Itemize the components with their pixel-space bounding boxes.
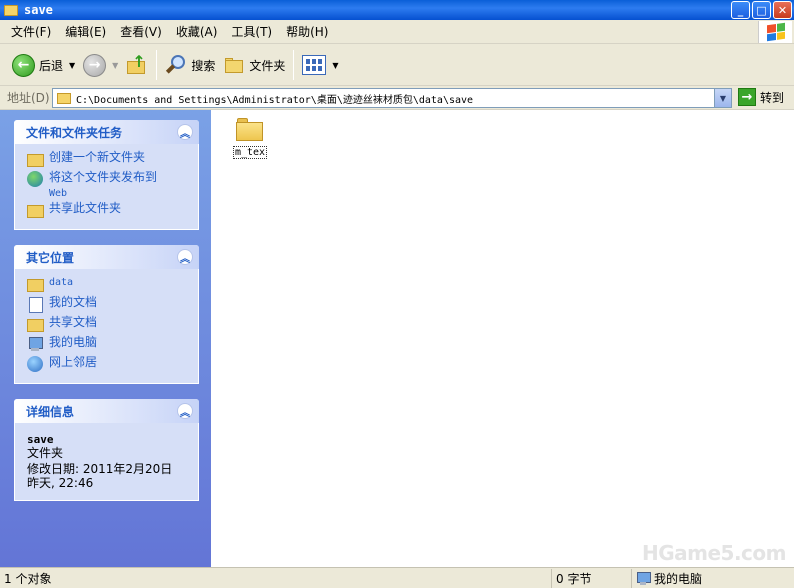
search-button[interactable]: 搜索 (161, 49, 219, 81)
details-panel: 详细信息 ︽ save 文件夹 修改日期: 2011年2月20日 昨天, 22:… (14, 399, 199, 501)
menu-bar: 文件(F) 编辑(E) 查看(V) 收藏(A) 工具(T) 帮助(H) (0, 20, 794, 44)
menu-favorites[interactable]: 收藏(A) (169, 23, 225, 40)
status-objects: 1 个对象 (0, 568, 552, 588)
minimize-button[interactable]: _ (731, 1, 750, 19)
link-label: 我的电脑 (49, 335, 98, 349)
details-panel-header[interactable]: 详细信息 ︽ (14, 399, 199, 423)
views-icon (302, 55, 327, 75)
place-shared-documents-link[interactable]: 共享文档 (27, 315, 190, 335)
windows-logo-icon (758, 21, 792, 43)
share-folder-link[interactable]: 共享此文件夹 (27, 201, 190, 221)
task-pane: 文件和文件夹任务 ︽ 创建一个新文件夹 将这个文件夹发布到 Web 共享此文件夹 (0, 110, 211, 567)
link-label: 创建一个新文件夹 (49, 150, 146, 164)
toolbar: ← 后退 ▼ → ▼ ↑ 搜索 文件夹 ▼ (0, 45, 794, 86)
search-label: 搜索 (191, 58, 216, 73)
status-location-label: 我的电脑 (654, 571, 703, 586)
folders-button[interactable]: 文件夹 (219, 49, 289, 81)
toolbar-separator (293, 50, 295, 80)
place-data-link[interactable]: data (27, 275, 190, 295)
address-label: 地址(D) (7, 91, 50, 105)
status-size: 0 字节 (552, 568, 632, 588)
shared-documents-icon (27, 316, 44, 332)
folders-icon (223, 54, 245, 76)
address-input[interactable]: C:\Documents and Settings\Administrator\… (52, 88, 732, 108)
publish-web-link[interactable]: 将这个文件夹发布到 Web (27, 170, 190, 201)
places-panel-title: 其它位置 (26, 250, 75, 265)
watermark: HGame5.com (641, 541, 787, 565)
back-label: 后退 (39, 58, 64, 73)
forward-button[interactable]: → ▼ (79, 49, 122, 81)
search-icon (165, 54, 187, 76)
my-computer-icon (27, 336, 43, 352)
folder-item-label: m_tex (232, 146, 268, 159)
places-panel-header[interactable]: 其它位置 ︽ (14, 245, 199, 269)
my-computer-icon (636, 571, 651, 585)
link-label: 网上邻居 (49, 355, 98, 369)
collapse-icon[interactable]: ︽ (177, 403, 193, 419)
folder-icon (57, 92, 71, 104)
address-path[interactable]: C:\Documents and Settings\Administrator\… (76, 91, 473, 106)
menu-edit[interactable]: 编辑(E) (58, 23, 113, 40)
new-folder-icon (27, 151, 44, 167)
menu-view[interactable]: 查看(V) (113, 23, 169, 40)
toolbar-separator (156, 50, 158, 80)
folder-item[interactable]: m_tex (231, 116, 269, 159)
back-dropdown-icon[interactable]: ▼ (69, 61, 75, 70)
go-label: 转到 (760, 90, 785, 105)
status-bar: 1 个对象 0 字节 我的电脑 (0, 567, 794, 588)
forward-dropdown-icon[interactable]: ▼ (112, 61, 118, 70)
file-list-area[interactable]: m_tex HGame5.com (211, 110, 794, 567)
details-name: save (27, 433, 54, 446)
details-panel-title: 详细信息 (26, 404, 75, 419)
link-label: 我的文档 (49, 295, 98, 309)
link-label-web: Web (49, 188, 68, 199)
tasks-panel-title: 文件和文件夹任务 (26, 125, 123, 140)
close-button[interactable]: ✕ (773, 1, 792, 19)
address-bar: 地址(D) C:\Documents and Settings\Administ… (0, 86, 794, 110)
views-button[interactable]: ▼ (298, 49, 342, 81)
place-my-documents-link[interactable]: 我的文档 (27, 295, 190, 315)
network-places-icon (27, 356, 43, 372)
collapse-icon[interactable]: ︽ (177, 124, 193, 140)
go-button[interactable]: → 转到 (738, 88, 784, 106)
window-title: save (24, 3, 53, 17)
menu-tools[interactable]: 工具(T) (224, 23, 279, 40)
folder-icon (4, 4, 18, 16)
status-location: 我的电脑 (632, 569, 794, 588)
menu-help[interactable]: 帮助(H) (279, 23, 335, 40)
tasks-panel: 文件和文件夹任务 ︽ 创建一个新文件夹 将这个文件夹发布到 Web 共享此文件夹 (14, 120, 199, 230)
link-label: 共享文档 (49, 315, 98, 329)
folder-up-icon: ↑ (126, 54, 148, 76)
folder-icon (27, 276, 44, 292)
new-folder-link[interactable]: 创建一个新文件夹 (27, 150, 190, 170)
link-label: 共享此文件夹 (49, 201, 122, 215)
link-label: data (49, 277, 74, 288)
forward-arrow-icon: → (83, 53, 107, 77)
details-modified: 修改日期: 2011年2月20日 (27, 462, 173, 476)
place-network-link[interactable]: 网上邻居 (27, 355, 190, 375)
publish-web-icon (27, 171, 43, 187)
places-panel: 其它位置 ︽ data 我的文档 共享文档 我的电脑 网上邻居 (14, 245, 199, 384)
link-label: 将这个文件夹发布到 (49, 170, 158, 184)
collapse-icon[interactable]: ︽ (177, 249, 193, 265)
menu-file[interactable]: 文件(F) (4, 23, 58, 40)
go-arrow-icon: → (738, 88, 756, 106)
folder-icon (236, 116, 264, 142)
tasks-panel-header[interactable]: 文件和文件夹任务 ︽ (14, 120, 199, 144)
my-documents-icon (27, 296, 43, 313)
folders-label: 文件夹 (249, 58, 286, 73)
details-modified-time: 昨天, 22:46 (27, 476, 94, 490)
back-arrow-icon: ← (12, 53, 35, 77)
views-dropdown-icon[interactable]: ▼ (332, 61, 338, 70)
title-bar: save _ □ ✕ (0, 0, 794, 20)
details-type: 文件夹 (27, 446, 64, 460)
share-folder-icon (27, 202, 44, 218)
address-dropdown-icon[interactable]: ▼ (714, 89, 731, 107)
back-button[interactable]: ← 后退 ▼ (8, 49, 79, 81)
up-button[interactable]: ↑ (122, 49, 152, 81)
place-my-computer-link[interactable]: 我的电脑 (27, 335, 190, 355)
maximize-button[interactable]: □ (752, 1, 771, 19)
